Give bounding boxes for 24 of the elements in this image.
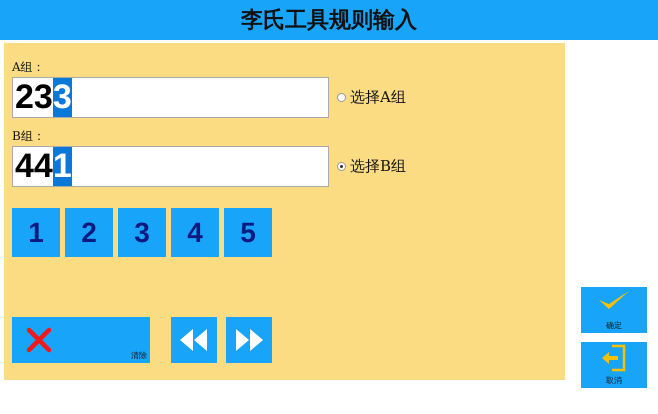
back-button[interactable]: [171, 317, 217, 363]
page-title: 李氏工具规则输入: [241, 7, 417, 35]
exit-door-icon: [600, 344, 628, 372]
close-icon: [26, 327, 52, 353]
radio-option[interactable]: 选择A组: [337, 88, 406, 107]
radio-icon[interactable]: [337, 93, 346, 102]
rewind-icon: [180, 329, 208, 351]
radio-option[interactable]: 选择B组: [337, 157, 406, 176]
confirm-button[interactable]: 确定: [581, 287, 647, 333]
digit-key[interactable]: 2: [65, 208, 113, 257]
cancel-button[interactable]: 取消: [581, 342, 647, 388]
input-field[interactable]: 441: [12, 146, 329, 187]
input-field[interactable]: 233: [12, 77, 329, 118]
digit-key[interactable]: 1: [12, 208, 60, 257]
group-label: A组：: [12, 59, 46, 75]
digit-key[interactable]: 4: [171, 208, 219, 257]
digit-key[interactable]: 3: [118, 208, 166, 257]
checkmark-icon: [598, 289, 630, 311]
fast-forward-icon: [235, 329, 263, 351]
digit-key[interactable]: 5: [224, 208, 272, 257]
forward-button[interactable]: [226, 317, 272, 363]
group-label: B组：: [12, 128, 46, 144]
radio-icon[interactable]: [337, 162, 346, 171]
clear-button[interactable]: 清除: [12, 317, 150, 363]
